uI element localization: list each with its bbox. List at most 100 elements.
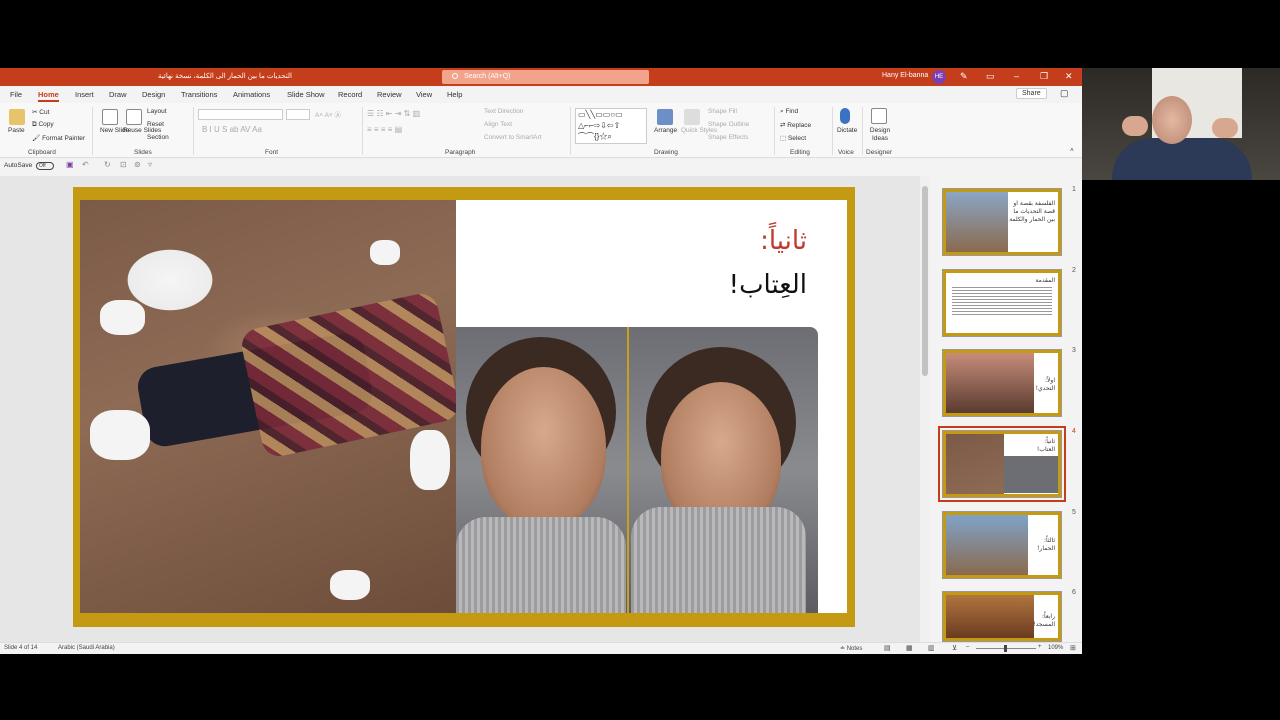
thumb-number: 1	[1072, 186, 1076, 193]
tab-transitions[interactable]: Transitions	[181, 90, 217, 99]
slide-thumbnail-6[interactable]: رابعاً: المسجد!	[942, 591, 1062, 642]
fit-to-window-icon[interactable]: ⊞	[1070, 644, 1076, 652]
cut-label: Cut	[39, 109, 50, 116]
touch-mode-icon[interactable]: ⊚	[134, 160, 141, 169]
copy-button[interactable]: ⧉ Copy	[32, 121, 54, 129]
dictate-button[interactable]: Dictate	[837, 127, 857, 134]
tab-draw[interactable]: Draw	[109, 90, 127, 99]
convert-smartart-button[interactable]: Convert to SmartArt	[484, 134, 541, 141]
photo-divider	[627, 327, 629, 613]
slide-editor[interactable]: ثانياً: العِتاب!	[0, 176, 930, 642]
snow-ground-photo[interactable]	[80, 200, 462, 613]
pen-icon[interactable]: ✎	[960, 71, 968, 82]
layout-button[interactable]: Layout	[147, 108, 167, 115]
search-box[interactable]: Search (Alt+Q)	[442, 70, 649, 84]
paste-button[interactable]: Paste	[8, 127, 25, 134]
zoom-in-icon[interactable]: +	[1038, 644, 1042, 650]
slide-count[interactable]: Slide 4 of 14	[4, 645, 37, 651]
minimize-icon[interactable]: –	[1014, 71, 1019, 81]
list-buttons[interactable]: ☰ ☷ ⇤ ⇥ ⇅ ▥	[367, 109, 420, 118]
slideshow-icon[interactable]: ⊻	[952, 644, 957, 652]
editor-scrollbar[interactable]	[920, 176, 930, 642]
mosque-image	[946, 595, 1034, 638]
customize-qat-icon[interactable]: ▿	[148, 160, 152, 169]
arrange-button[interactable]: Arrange	[654, 127, 677, 134]
design-ideas-button[interactable]: Design Ideas	[869, 127, 891, 143]
find-button[interactable]: ⌕ Find	[780, 108, 798, 116]
document-title[interactable]: التحديات ما بين الحمار الى الكلمة، نسخة …	[158, 72, 292, 80]
tab-file[interactable]: File	[10, 90, 22, 99]
slide-sorter-icon[interactable]: ▦	[906, 644, 913, 652]
present-icon[interactable]: ⊡	[120, 160, 127, 169]
collapse-ribbon-icon[interactable]: ˄	[1070, 147, 1074, 154]
tab-animations[interactable]: Animations	[233, 90, 270, 99]
slide-thumbnail-5[interactable]: ثالثاً: الحمار!	[942, 511, 1062, 579]
reuse-slides-button[interactable]: Reuse Slides	[123, 127, 161, 134]
zoom-level[interactable]: 109%	[1048, 645, 1063, 651]
font-size-buttons[interactable]: A˄ A˅ Ⓐ	[315, 109, 341, 119]
avatar[interactable]: HE	[932, 70, 946, 84]
tab-design[interactable]: Design	[142, 90, 165, 99]
language-indicator[interactable]: Arabic (Saudi Arabia)	[58, 645, 115, 651]
scrollbar-thumb[interactable]	[922, 186, 928, 376]
current-slide[interactable]: ثانياً: العِتاب!	[73, 187, 855, 627]
comments-icon[interactable]: ▢	[1060, 88, 1069, 99]
reading-view-icon[interactable]: ▥	[928, 644, 935, 652]
notes-button[interactable]: ≐ Notes	[840, 645, 862, 652]
format-painter-button[interactable]: 🖌 Format Painter	[32, 134, 85, 142]
shapes-gallery[interactable]: ▭╲╲▭▭○▭ △⌐⌐⇨⇩⇦⇧ ⌒⌒{}☆⌕	[575, 108, 647, 144]
slides-group-label: Slides	[134, 149, 152, 156]
restore-icon[interactable]: ❐	[1040, 71, 1048, 82]
save-icon[interactable]: ▣	[66, 160, 74, 169]
girls-photo[interactable]	[456, 327, 818, 613]
presenter-head	[1152, 96, 1192, 144]
select-button[interactable]: ⬚ Select	[780, 134, 806, 142]
user-name[interactable]: Hany El-banna	[882, 72, 928, 79]
zoom-slider-handle[interactable]	[1004, 645, 1007, 652]
girls-image	[1004, 456, 1058, 493]
quick-styles-button[interactable]: Quick Styles	[681, 127, 717, 134]
divider	[92, 107, 93, 155]
align-buttons[interactable]: ≡ ≡ ≡ ≡ ▤	[367, 125, 402, 134]
align-text-button[interactable]: Align Text	[484, 121, 512, 128]
presenter-body	[1112, 138, 1252, 180]
slide-thumbnail-4[interactable]: ثانياً: العتاب!	[938, 426, 1066, 502]
share-button[interactable]: Share	[1016, 88, 1047, 99]
slide-heading-line1[interactable]: ثانياً:	[760, 226, 807, 256]
tab-slide-show[interactable]: Slide Show	[287, 90, 325, 99]
slide-thumbnail-1[interactable]: الفلسفة بقصة او قصة التحديات ما بين الحم…	[942, 188, 1062, 256]
slide-thumbnail-3[interactable]: اولاً: التحدي!	[942, 349, 1062, 417]
font-family-select[interactable]	[198, 109, 283, 120]
tab-record[interactable]: Record	[338, 90, 362, 99]
font-size-select[interactable]	[286, 109, 310, 120]
reset-button[interactable]: Reset	[147, 121, 164, 128]
tab-home[interactable]: Home	[38, 90, 59, 102]
redo-icon[interactable]: ↻	[104, 160, 111, 169]
tab-help[interactable]: Help	[447, 90, 462, 99]
ribbon-display-icon[interactable]: ▭	[986, 71, 995, 82]
replace-button[interactable]: ⇄ Replace	[780, 121, 811, 129]
slide-thumbnail-2[interactable]: المقدمة	[942, 269, 1062, 337]
text-lines	[952, 287, 1052, 317]
autosave-toggle[interactable]: Off	[36, 162, 54, 170]
normal-view-icon[interactable]: ▤	[884, 644, 891, 652]
tab-view[interactable]: View	[416, 90, 432, 99]
tab-review[interactable]: Review	[377, 90, 402, 99]
tab-insert[interactable]: Insert	[75, 90, 94, 99]
thumb-number: 5	[1072, 509, 1076, 516]
shape-fill-button[interactable]: Shape Fill	[708, 108, 737, 115]
divider	[570, 107, 571, 155]
shape-outline-button[interactable]: Shape Outline	[708, 121, 749, 128]
text-direction-button[interactable]: Text Direction	[484, 108, 523, 115]
snow-patch	[410, 430, 450, 490]
shawl-shape	[456, 517, 626, 613]
slide-heading-line2[interactable]: العِتاب!	[729, 270, 807, 300]
font-format-buttons[interactable]: B I U S ab AV Aa	[202, 125, 262, 134]
zoom-out-icon[interactable]: –	[966, 644, 969, 650]
section-button[interactable]: Section	[147, 134, 169, 141]
close-icon[interactable]: ✕	[1065, 71, 1073, 82]
undo-icon[interactable]: ↶	[82, 160, 89, 169]
shape-effects-button[interactable]: Shape Effects	[708, 134, 748, 141]
cut-button[interactable]: ✂ Cut	[32, 108, 49, 116]
reuse-slides-icon	[126, 109, 142, 125]
